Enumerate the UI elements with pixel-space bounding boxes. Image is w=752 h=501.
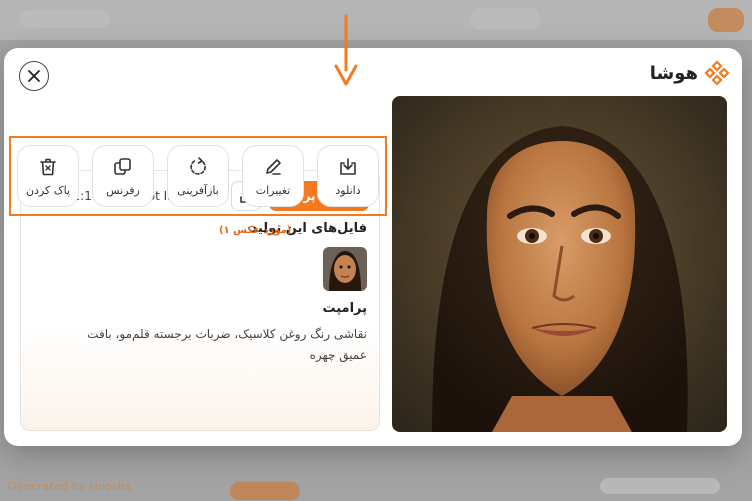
regenerate-label: بازآفرینی [177,183,219,197]
download-label: دانلود [335,183,361,197]
download-button[interactable]: دانلود [317,145,379,207]
close-icon [28,70,40,82]
edit-button[interactable]: تغییرات [242,145,304,207]
download-icon [340,157,356,175]
delete-button[interactable]: پاک کردن [17,145,79,207]
delete-label: پاک کردن [25,183,71,197]
close-button[interactable] [19,61,49,91]
backdrop-block [230,482,300,500]
reference-button[interactable]: رفرنس [92,145,154,207]
pencil-icon [266,158,281,175]
watermark: Generated by Hoosha [8,480,132,493]
file-thumbnail[interactable] [323,247,367,291]
annotation-arrow-icon [334,14,358,86]
reference-label: رفرنس [106,183,140,197]
prompt-title: پرامپت [322,301,367,316]
backdrop-header [0,0,752,40]
image-detail-modal: هوشا [4,48,742,446]
portrait-painting [392,96,727,432]
prompt-text: نقاشی رنگ روغن کلاسیک، ضربات برجسته قلم‌… [87,327,367,362]
logo-text: هوشا [649,62,698,84]
reference-icon [114,157,131,175]
brand-logo[interactable]: هوشا [650,60,730,86]
backdrop-block [600,478,720,494]
backdrop-block [20,10,110,28]
regenerate-button[interactable]: بازآفرینی [167,145,229,207]
thumbnail-image [323,247,367,291]
backdrop-block [708,8,744,32]
action-toolbar: دانلود تغییرات بازآفرینی رفرنس پاک کردن [9,136,387,216]
files-count: (۱ مورد عکس) [219,225,292,236]
backdrop-block [470,8,540,30]
logo-mark-icon [704,60,730,86]
regenerate-icon [190,156,206,175]
trash-icon [40,158,56,175]
generated-image[interactable] [392,96,727,432]
edit-label: تغییرات [255,183,291,197]
